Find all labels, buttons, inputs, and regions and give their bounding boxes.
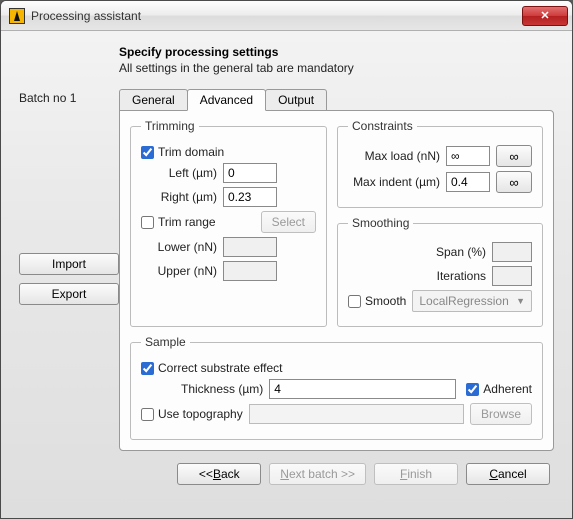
page-heading: Specify processing settings <box>119 45 554 59</box>
correct-substrate-label: Correct substrate effect <box>158 361 283 375</box>
trim-range-checkbox[interactable] <box>141 216 154 229</box>
back-button[interactable]: << Back <box>177 463 261 485</box>
page-subheading: All settings in the general tab are mand… <box>119 61 554 75</box>
legend-trimming: Trimming <box>141 119 199 133</box>
topography-path-field <box>249 404 464 424</box>
use-topography-label: Use topography <box>158 407 243 421</box>
tab-advanced[interactable]: Advanced <box>187 89 266 111</box>
smoothing-method-combo: LocalRegression ▼ <box>412 290 532 312</box>
wizard-footer: << Back Next batch >> Finish Cancel <box>119 463 554 485</box>
fieldset-trimming: Trimming Trim domain Left (µm) Right (µm… <box>130 119 327 327</box>
left-input[interactable] <box>223 163 277 183</box>
upper-input <box>223 261 277 281</box>
max-load-label: Max load (nN) <box>348 149 446 163</box>
right-input[interactable] <box>223 187 277 207</box>
trim-domain-label: Trim domain <box>158 145 224 159</box>
upper-label: Upper (nN) <box>157 264 223 278</box>
smooth-checkbox[interactable] <box>348 295 361 308</box>
chevron-down-icon: ▼ <box>516 296 525 306</box>
close-button[interactable]: ✕ <box>522 6 568 26</box>
cancel-button[interactable]: Cancel <box>466 463 550 485</box>
adherent-checkbox[interactable] <box>466 383 479 396</box>
legend-sample: Sample <box>141 335 190 349</box>
iterations-input <box>492 266 532 286</box>
max-load-inf-button[interactable]: ∞ <box>496 145 532 167</box>
tab-panel-advanced: Trimming Trim domain Left (µm) Right (µm… <box>119 110 554 451</box>
lower-input <box>223 237 277 257</box>
iterations-label: Iterations <box>348 269 492 283</box>
select-button: Select <box>261 211 316 233</box>
tab-strip: General Advanced Output <box>119 89 554 111</box>
next-batch-button: Next batch >> <box>269 463 366 485</box>
window-title: Processing assistant <box>31 9 141 23</box>
finish-button: Finish <box>374 463 458 485</box>
legend-constraints: Constraints <box>348 119 417 133</box>
thickness-input[interactable] <box>269 379 456 399</box>
smooth-label: Smooth <box>365 294 406 308</box>
trim-domain-checkbox[interactable] <box>141 146 154 159</box>
titlebar[interactable]: Processing assistant ✕ <box>1 1 572 31</box>
fieldset-sample: Sample Correct substrate effect Thicknes… <box>130 335 543 440</box>
batch-label: Batch no 1 <box>19 91 119 105</box>
smoothing-method-value: LocalRegression <box>419 294 508 308</box>
max-indent-inf-button[interactable]: ∞ <box>496 171 532 193</box>
span-label: Span (%) <box>348 245 492 259</box>
use-topography-checkbox[interactable] <box>141 408 154 421</box>
close-icon: ✕ <box>540 9 549 22</box>
lower-label: Lower (nN) <box>157 240 223 254</box>
max-indent-input[interactable] <box>446 172 490 192</box>
app-window: Processing assistant ✕ Specify processin… <box>0 0 573 519</box>
legend-smoothing: Smoothing <box>348 216 413 230</box>
tab-general[interactable]: General <box>119 89 188 111</box>
content-area: Specify processing settings All settings… <box>1 31 572 495</box>
import-button[interactable]: Import <box>19 253 119 275</box>
right-label: Right (µm) <box>157 190 223 204</box>
browse-button: Browse <box>470 403 532 425</box>
span-input <box>492 242 532 262</box>
left-label: Left (µm) <box>157 166 223 180</box>
fieldset-smoothing: Smoothing Span (%) Iterations <box>337 216 543 327</box>
thickness-label: Thickness (µm) <box>181 382 269 396</box>
max-load-input[interactable] <box>446 146 490 166</box>
max-indent-label: Max indent (µm) <box>348 175 446 189</box>
adherent-label: Adherent <box>483 382 532 396</box>
fieldset-constraints: Constraints Max load (nN) ∞ Max indent (… <box>337 119 543 208</box>
tab-output[interactable]: Output <box>265 89 327 111</box>
app-icon <box>9 8 25 24</box>
export-button[interactable]: Export <box>19 283 119 305</box>
trim-range-label: Trim range <box>158 215 216 229</box>
correct-substrate-checkbox[interactable] <box>141 362 154 375</box>
